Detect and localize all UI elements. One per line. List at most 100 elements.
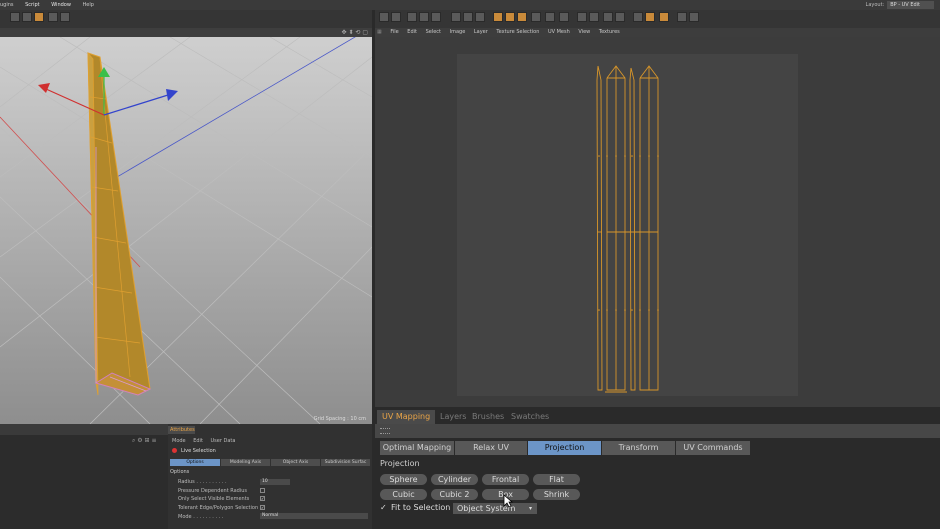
points-mode-icon[interactable] bbox=[34, 12, 44, 22]
uv-wireframe[interactable] bbox=[457, 54, 798, 396]
uv-canvas[interactable] bbox=[457, 54, 798, 396]
layout-c-icon[interactable] bbox=[659, 12, 669, 22]
uv-menu-layer[interactable]: Layer bbox=[474, 28, 488, 37]
object-manager-tools-icons[interactable]: ⌕ ⚙ ⊞ ≡ bbox=[132, 437, 157, 445]
attr-menu-mode[interactable]: Mode bbox=[172, 438, 186, 444]
projection-mode-dropdown[interactable]: Object System ▾ bbox=[453, 503, 537, 514]
flat-button[interactable]: Flat bbox=[533, 474, 580, 485]
attr-tab-options[interactable]: Options bbox=[170, 459, 220, 466]
sphere-button[interactable]: Sphere bbox=[380, 474, 427, 485]
subtab-projection[interactable]: Projection bbox=[528, 441, 601, 455]
layout-value[interactable]: BP - UV Edit bbox=[887, 1, 934, 9]
mode-label: Mode . . . . . . . . . . bbox=[178, 514, 224, 520]
attributes-tab[interactable]: Attributes bbox=[168, 426, 195, 434]
active-tool-name: Live Selection bbox=[181, 448, 216, 454]
smudge-icon[interactable] bbox=[475, 12, 485, 22]
viewport-nav-icons[interactable]: ✥ ⬍ ⟲ ▢ bbox=[342, 29, 368, 36]
mode-dropdown[interactable]: Normal bbox=[260, 513, 368, 519]
layout-a-icon[interactable] bbox=[633, 12, 643, 22]
attributes-panel: Attributes Mode Edit User Data Live Sele… bbox=[168, 424, 372, 529]
fill-icon[interactable] bbox=[451, 12, 461, 22]
projection-title: Projection bbox=[380, 459, 420, 468]
subtab-uv-commands[interactable]: UV Commands bbox=[676, 441, 750, 455]
uv-edges-icon[interactable] bbox=[505, 12, 515, 22]
cubic-button[interactable]: Cubic bbox=[380, 489, 427, 500]
uv-menu-file[interactable]: File bbox=[390, 28, 398, 37]
pressure-radius-checkbox[interactable] bbox=[260, 488, 265, 493]
subtab-relax-uv[interactable]: Relax UV bbox=[455, 441, 527, 455]
pressure-radius-label: Pressure Dependent Radius bbox=[178, 488, 248, 494]
model-mode-icon[interactable] bbox=[10, 12, 20, 22]
gradient-icon[interactable] bbox=[463, 12, 473, 22]
active-tool-label: Live Selection bbox=[172, 448, 216, 454]
subtab-optimal-mapping[interactable]: Optimal Mapping bbox=[380, 441, 454, 455]
menu-plugins[interactable]: ugins bbox=[0, 0, 14, 10]
drag-handle-icon[interactable] bbox=[380, 428, 390, 434]
pencil-icon[interactable] bbox=[419, 12, 429, 22]
attributes-tabs: Options Modeling Axis Object Axis Subdiv… bbox=[170, 459, 370, 466]
tab-layers[interactable]: Layers bbox=[435, 410, 471, 424]
layer-a-icon[interactable] bbox=[577, 12, 587, 22]
tolerant-selection-checkbox[interactable]: ✓ bbox=[260, 505, 265, 510]
panel-grip-icon[interactable]: ▦ bbox=[377, 28, 382, 37]
eraser-icon[interactable] bbox=[431, 12, 441, 22]
frontal-button[interactable]: Frontal bbox=[482, 474, 529, 485]
uv-menu-image[interactable]: Image bbox=[450, 28, 466, 37]
attr-tab-modeling-axis[interactable]: Modeling Axis bbox=[221, 459, 270, 466]
visible-elements-checkbox[interactable]: ✓ bbox=[260, 496, 265, 501]
attributes-menu: Mode Edit User Data bbox=[172, 438, 241, 444]
uv-mapping-subtabs: Optimal Mapping Relax UV Projection Tran… bbox=[375, 441, 940, 455]
uv-menu-textures[interactable]: Textures bbox=[599, 28, 620, 37]
layer-d-icon[interactable] bbox=[615, 12, 625, 22]
menu-window[interactable]: Window bbox=[51, 0, 71, 10]
layout-b-icon[interactable] bbox=[645, 12, 655, 22]
attr-tab-object-axis[interactable]: Object Axis bbox=[271, 459, 320, 466]
tab-swatches[interactable]: Swatches bbox=[506, 410, 554, 424]
viewport-toolbar bbox=[0, 10, 372, 28]
options-heading: Options bbox=[170, 469, 190, 475]
object-manager-header bbox=[0, 424, 168, 435]
menu-help[interactable]: Help bbox=[83, 0, 94, 10]
subtab-transform[interactable]: Transform bbox=[602, 441, 675, 455]
cubic-2-button[interactable]: Cubic 2 bbox=[431, 489, 478, 500]
layer-c-icon[interactable] bbox=[603, 12, 613, 22]
tolerant-selection-label: Tolerant Edge/Polygon Selection bbox=[178, 505, 259, 511]
attr-menu-user-data[interactable]: User Data bbox=[211, 438, 236, 444]
uv-polygons-icon[interactable] bbox=[517, 12, 527, 22]
tab-brushes[interactable]: Brushes bbox=[467, 410, 509, 424]
uv-points-icon[interactable] bbox=[493, 12, 503, 22]
brush-icon[interactable] bbox=[407, 12, 417, 22]
uv-scale-icon[interactable] bbox=[545, 12, 555, 22]
attr-tab-subdivision[interactable]: Subdivision Surfac bbox=[321, 459, 370, 466]
shrink-button[interactable]: Shrink bbox=[533, 489, 580, 500]
cylinder-button[interactable]: Cylinder bbox=[431, 474, 478, 485]
object-mode-icon[interactable] bbox=[22, 12, 32, 22]
uv-menu-texture-selection[interactable]: Texture Selection bbox=[496, 28, 539, 37]
layout-label: Layout: bbox=[865, 2, 885, 8]
uv-select-icon[interactable] bbox=[379, 12, 389, 22]
grid-spacing-label: Grid Spacing : 10 cm bbox=[313, 416, 366, 422]
render-a-icon[interactable] bbox=[677, 12, 687, 22]
layout-selector[interactable]: Layout: BP - UV Edit bbox=[866, 1, 934, 9]
menu-script[interactable]: Script bbox=[25, 0, 40, 10]
uv-close-icon[interactable] bbox=[559, 12, 569, 22]
attr-menu-edit[interactable]: Edit bbox=[193, 438, 203, 444]
tab-uv-mapping[interactable]: UV Mapping bbox=[377, 410, 436, 424]
polygons-mode-icon[interactable] bbox=[60, 12, 70, 22]
uv-menu-edit[interactable]: Edit bbox=[407, 28, 417, 37]
uv-move-icon[interactable] bbox=[391, 12, 401, 22]
uv-menu-view[interactable]: View bbox=[578, 28, 590, 37]
layer-b-icon[interactable] bbox=[589, 12, 599, 22]
main-menubar: ugins Script Window Help bbox=[0, 0, 940, 10]
uv-panel-tabs: UV Mapping Layers Brushes Swatches bbox=[375, 410, 940, 424]
viewport-scene[interactable] bbox=[0, 37, 372, 424]
edges-mode-icon[interactable] bbox=[48, 12, 58, 22]
uv-cross-icon[interactable] bbox=[531, 12, 541, 22]
render-b-icon[interactable] bbox=[689, 12, 699, 22]
uv-menu-select[interactable]: Select bbox=[426, 28, 441, 37]
fit-to-selection-checkbox[interactable]: ✓ bbox=[380, 503, 387, 512]
uv-menu-uv-mesh[interactable]: UV Mesh bbox=[548, 28, 570, 37]
visible-elements-label: Only Select Visible Elements bbox=[178, 496, 250, 502]
3d-viewport[interactable]: Grid Spacing : 10 cm bbox=[0, 37, 372, 424]
radius-input[interactable]: 10 bbox=[260, 479, 290, 485]
